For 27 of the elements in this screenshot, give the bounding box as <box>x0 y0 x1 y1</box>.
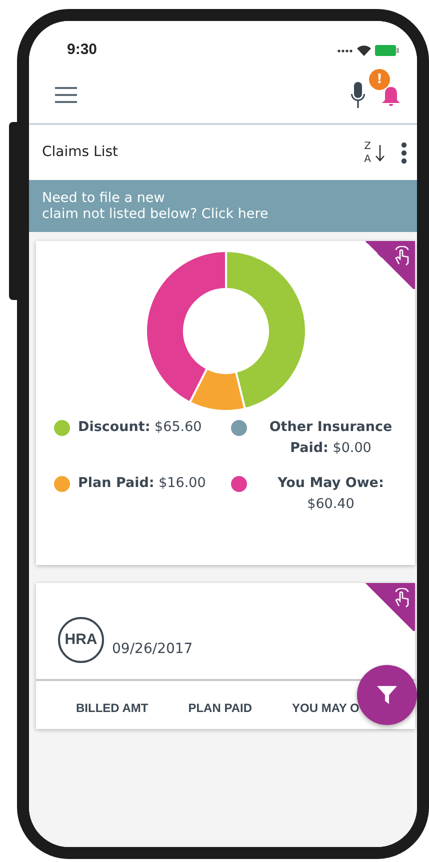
plan-badge: HRA <box>58 617 104 663</box>
sort-letter: Z <box>364 140 371 152</box>
legend-text: Other Insurance Paid: $0.00 <box>268 418 394 458</box>
claim-date: 09/26/2017 <box>112 640 193 659</box>
down-arrow-icon <box>375 144 385 162</box>
legend-text: Plan Paid: $16.00 <box>78 474 206 493</box>
wifi-icon <box>357 44 371 56</box>
legend-text: Discount: $65.60 <box>78 418 202 437</box>
status-time: 9:30 <box>67 40 98 60</box>
tap-hand-icon <box>393 588 411 608</box>
column-header: BILLED AMT <box>76 700 148 717</box>
microphone-icon[interactable] <box>351 82 365 108</box>
tap-hand-icon <box>393 246 411 266</box>
notification-badge: ! <box>369 69 390 90</box>
signal-icon <box>337 47 353 53</box>
sort-button[interactable]: Z A <box>364 140 385 166</box>
legend-text: You May Owe: $60.40 <box>276 474 385 514</box>
filter-icon <box>376 684 398 706</box>
page-title: Claims List <box>42 143 119 162</box>
column-header: PLAN PAID <box>188 700 252 717</box>
battery-icon <box>375 44 399 56</box>
bell-icon[interactable] <box>381 84 401 107</box>
menu-icon[interactable] <box>55 86 77 104</box>
more-options-icon[interactable] <box>401 142 407 164</box>
column-header: YOU MAY O <box>292 700 360 717</box>
sort-letter: A <box>364 152 371 166</box>
filter-button[interactable] <box>357 665 417 725</box>
